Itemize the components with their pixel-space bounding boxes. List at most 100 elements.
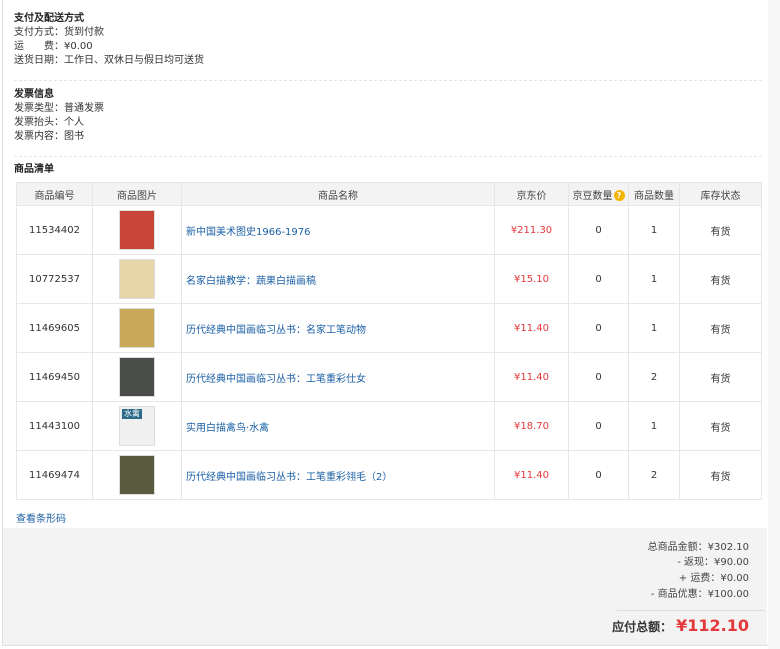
product-name-link[interactable]: 历代经典中国画临习丛书：名家工笔动物 — [181, 303, 495, 353]
thumbnail-label: 水禽 — [122, 409, 142, 419]
table-row: 11469474 历代经典中国画临习丛书：工笔重彩翎毛（2） ¥11.40 0 … — [16, 450, 762, 500]
product-price: ¥11.40 — [494, 352, 569, 402]
product-name-link[interactable]: 名家白描教学：蔬果白描画稿 — [181, 254, 495, 304]
product-qty: 1 — [628, 303, 680, 353]
product-beans: 0 — [568, 254, 629, 304]
product-name-link[interactable]: 历代经典中国画临习丛书：工笔重彩翎毛（2） — [181, 450, 495, 500]
payment-method-label: 支付方式： — [14, 27, 64, 38]
product-thumbnail[interactable] — [119, 455, 155, 495]
summary-value: ¥0.00 — [720, 573, 749, 584]
product-image-cell: 水禽 — [92, 401, 182, 451]
summary-divider — [617, 610, 765, 611]
table-row: 11469605 历代经典中国画临习丛书：名家工笔动物 ¥11.40 0 1 有… — [16, 303, 762, 353]
product-thumbnail[interactable] — [119, 308, 155, 348]
invoice-content-line: 发票内容：图书 — [14, 130, 762, 144]
product-qty: 1 — [628, 254, 680, 304]
product-price: ¥211.30 — [494, 205, 569, 255]
summary-label: + 运费： — [678, 573, 721, 584]
product-beans: 0 — [568, 303, 629, 353]
invoice-type-value: 普通发票 — [64, 103, 104, 114]
product-name-link[interactable]: 新中国美术图史1966-1976 — [181, 205, 495, 255]
invoice-header-label: 发票抬头： — [14, 117, 64, 128]
summary-line: - 商品优惠：¥100.00 — [651, 587, 749, 602]
order-summary: 总商品金额：¥302.10 - 返现：¥90.00 + 运费：¥0.00 - 商… — [3, 528, 767, 645]
section-divider — [14, 156, 762, 157]
product-stock: 有货 — [679, 352, 762, 402]
product-price: ¥11.40 — [494, 450, 569, 500]
shipping-fee-value: ¥0.00 — [64, 41, 93, 52]
product-id: 11469605 — [16, 303, 93, 353]
summary-value: ¥302.10 — [707, 542, 749, 553]
product-beans: 0 — [568, 401, 629, 451]
product-id: 11534402 — [16, 205, 93, 255]
product-image-cell — [92, 352, 182, 402]
summary-line: - 返现：¥90.00 — [677, 555, 749, 570]
payment-shipping-section: 支付及配送方式 支付方式：货到付款 运 费：¥0.00 送货日期：工作日、双休日… — [14, 12, 762, 68]
product-stock: 有货 — [679, 450, 762, 500]
col-header-stock: 库存状态 — [679, 182, 762, 206]
product-id: 11469474 — [16, 450, 93, 500]
product-image-cell — [92, 303, 182, 353]
product-id: 10772537 — [16, 254, 93, 304]
product-beans: 0 — [568, 352, 629, 402]
invoice-title: 发票信息 — [14, 89, 54, 100]
view-barcode-link[interactable]: 查看条形码 — [16, 510, 66, 525]
shipping-fee-line: 运 费：¥0.00 — [14, 40, 762, 54]
col-header-id: 商品编号 — [16, 182, 93, 206]
summary-label: - 商品优惠： — [650, 589, 708, 600]
invoice-header-line: 发票抬头：个人 — [14, 116, 762, 130]
delivery-date-label: 送货日期： — [14, 55, 64, 66]
product-stock: 有货 — [679, 205, 762, 255]
product-name-link[interactable]: 历代经典中国画临习丛书：工笔重彩仕女 — [181, 352, 495, 402]
invoice-type-line: 发票类型：普通发票 — [14, 102, 762, 116]
product-name-link[interactable]: 实用白描禽鸟·水禽 — [181, 401, 495, 451]
product-image-cell — [92, 205, 182, 255]
product-beans: 0 — [568, 450, 629, 500]
product-beans: 0 — [568, 205, 629, 255]
shipping-fee-label: 运 费： — [14, 41, 64, 52]
product-table: 商品编号 商品图片 商品名称 京东价 京豆数量? 商品数量 库存状态 11534… — [16, 182, 762, 500]
product-thumbnail[interactable] — [119, 357, 155, 397]
product-image-cell — [92, 450, 182, 500]
product-id: 11443100 — [16, 401, 93, 451]
total-payable: 应付总额： ¥112.10 — [612, 616, 749, 635]
summary-line: + 运费：¥0.00 — [679, 571, 749, 586]
invoice-header-value: 个人 — [64, 117, 84, 128]
section-divider — [14, 80, 762, 81]
product-thumbnail[interactable]: 水禽 — [119, 406, 155, 446]
product-stock: 有货 — [679, 254, 762, 304]
scrollbar-track[interactable] — [768, 0, 780, 649]
product-price: ¥11.40 — [494, 303, 569, 353]
table-row: 10772537 名家白描教学：蔬果白描画稿 ¥15.10 0 1 有货 — [16, 254, 762, 304]
total-label: 应付总额： — [612, 620, 673, 634]
col-header-beans: 京豆数量? — [568, 182, 629, 206]
delivery-date-value: 工作日、双休日与假日均可送货 — [64, 55, 204, 66]
product-qty: 2 — [628, 450, 680, 500]
table-row: 11443100 水禽 实用白描禽鸟·水禽 ¥18.70 0 1 有货 — [16, 401, 762, 451]
col-header-image: 商品图片 — [92, 182, 182, 206]
summary-label: 总商品金额： — [647, 542, 708, 553]
product-stock: 有货 — [679, 303, 762, 353]
table-row: 11534402 新中国美术图史1966-1976 ¥211.30 0 1 有货 — [16, 205, 762, 255]
product-qty: 1 — [628, 401, 680, 451]
summary-value: ¥90.00 — [714, 557, 749, 568]
col-header-qty: 商品数量 — [628, 182, 680, 206]
product-stock: 有货 — [679, 401, 762, 451]
product-list-title: 商品清单 — [14, 164, 54, 175]
invoice-content-value: 图书 — [64, 131, 84, 142]
col-header-beans-label: 京豆数量 — [572, 190, 613, 202]
product-id: 11469450 — [16, 352, 93, 402]
delivery-date-line: 送货日期：工作日、双休日与假日均可送货 — [14, 54, 762, 68]
product-qty: 2 — [628, 352, 680, 402]
col-header-price: 京东价 — [494, 182, 569, 206]
product-qty: 1 — [628, 205, 680, 255]
product-list-section: 商品清单 — [14, 163, 762, 177]
product-image-cell — [92, 254, 182, 304]
product-thumbnail[interactable] — [119, 259, 155, 299]
total-value: ¥112.10 — [676, 616, 749, 635]
help-icon[interactable]: ? — [613, 190, 625, 201]
table-row: 11469450 历代经典中国画临习丛书：工笔重彩仕女 ¥11.40 0 2 有… — [16, 352, 762, 402]
table-header-row: 商品编号 商品图片 商品名称 京东价 京豆数量? 商品数量 库存状态 — [16, 182, 762, 206]
product-thumbnail[interactable] — [119, 210, 155, 250]
summary-line: 总商品金额：¥302.10 — [648, 540, 749, 555]
